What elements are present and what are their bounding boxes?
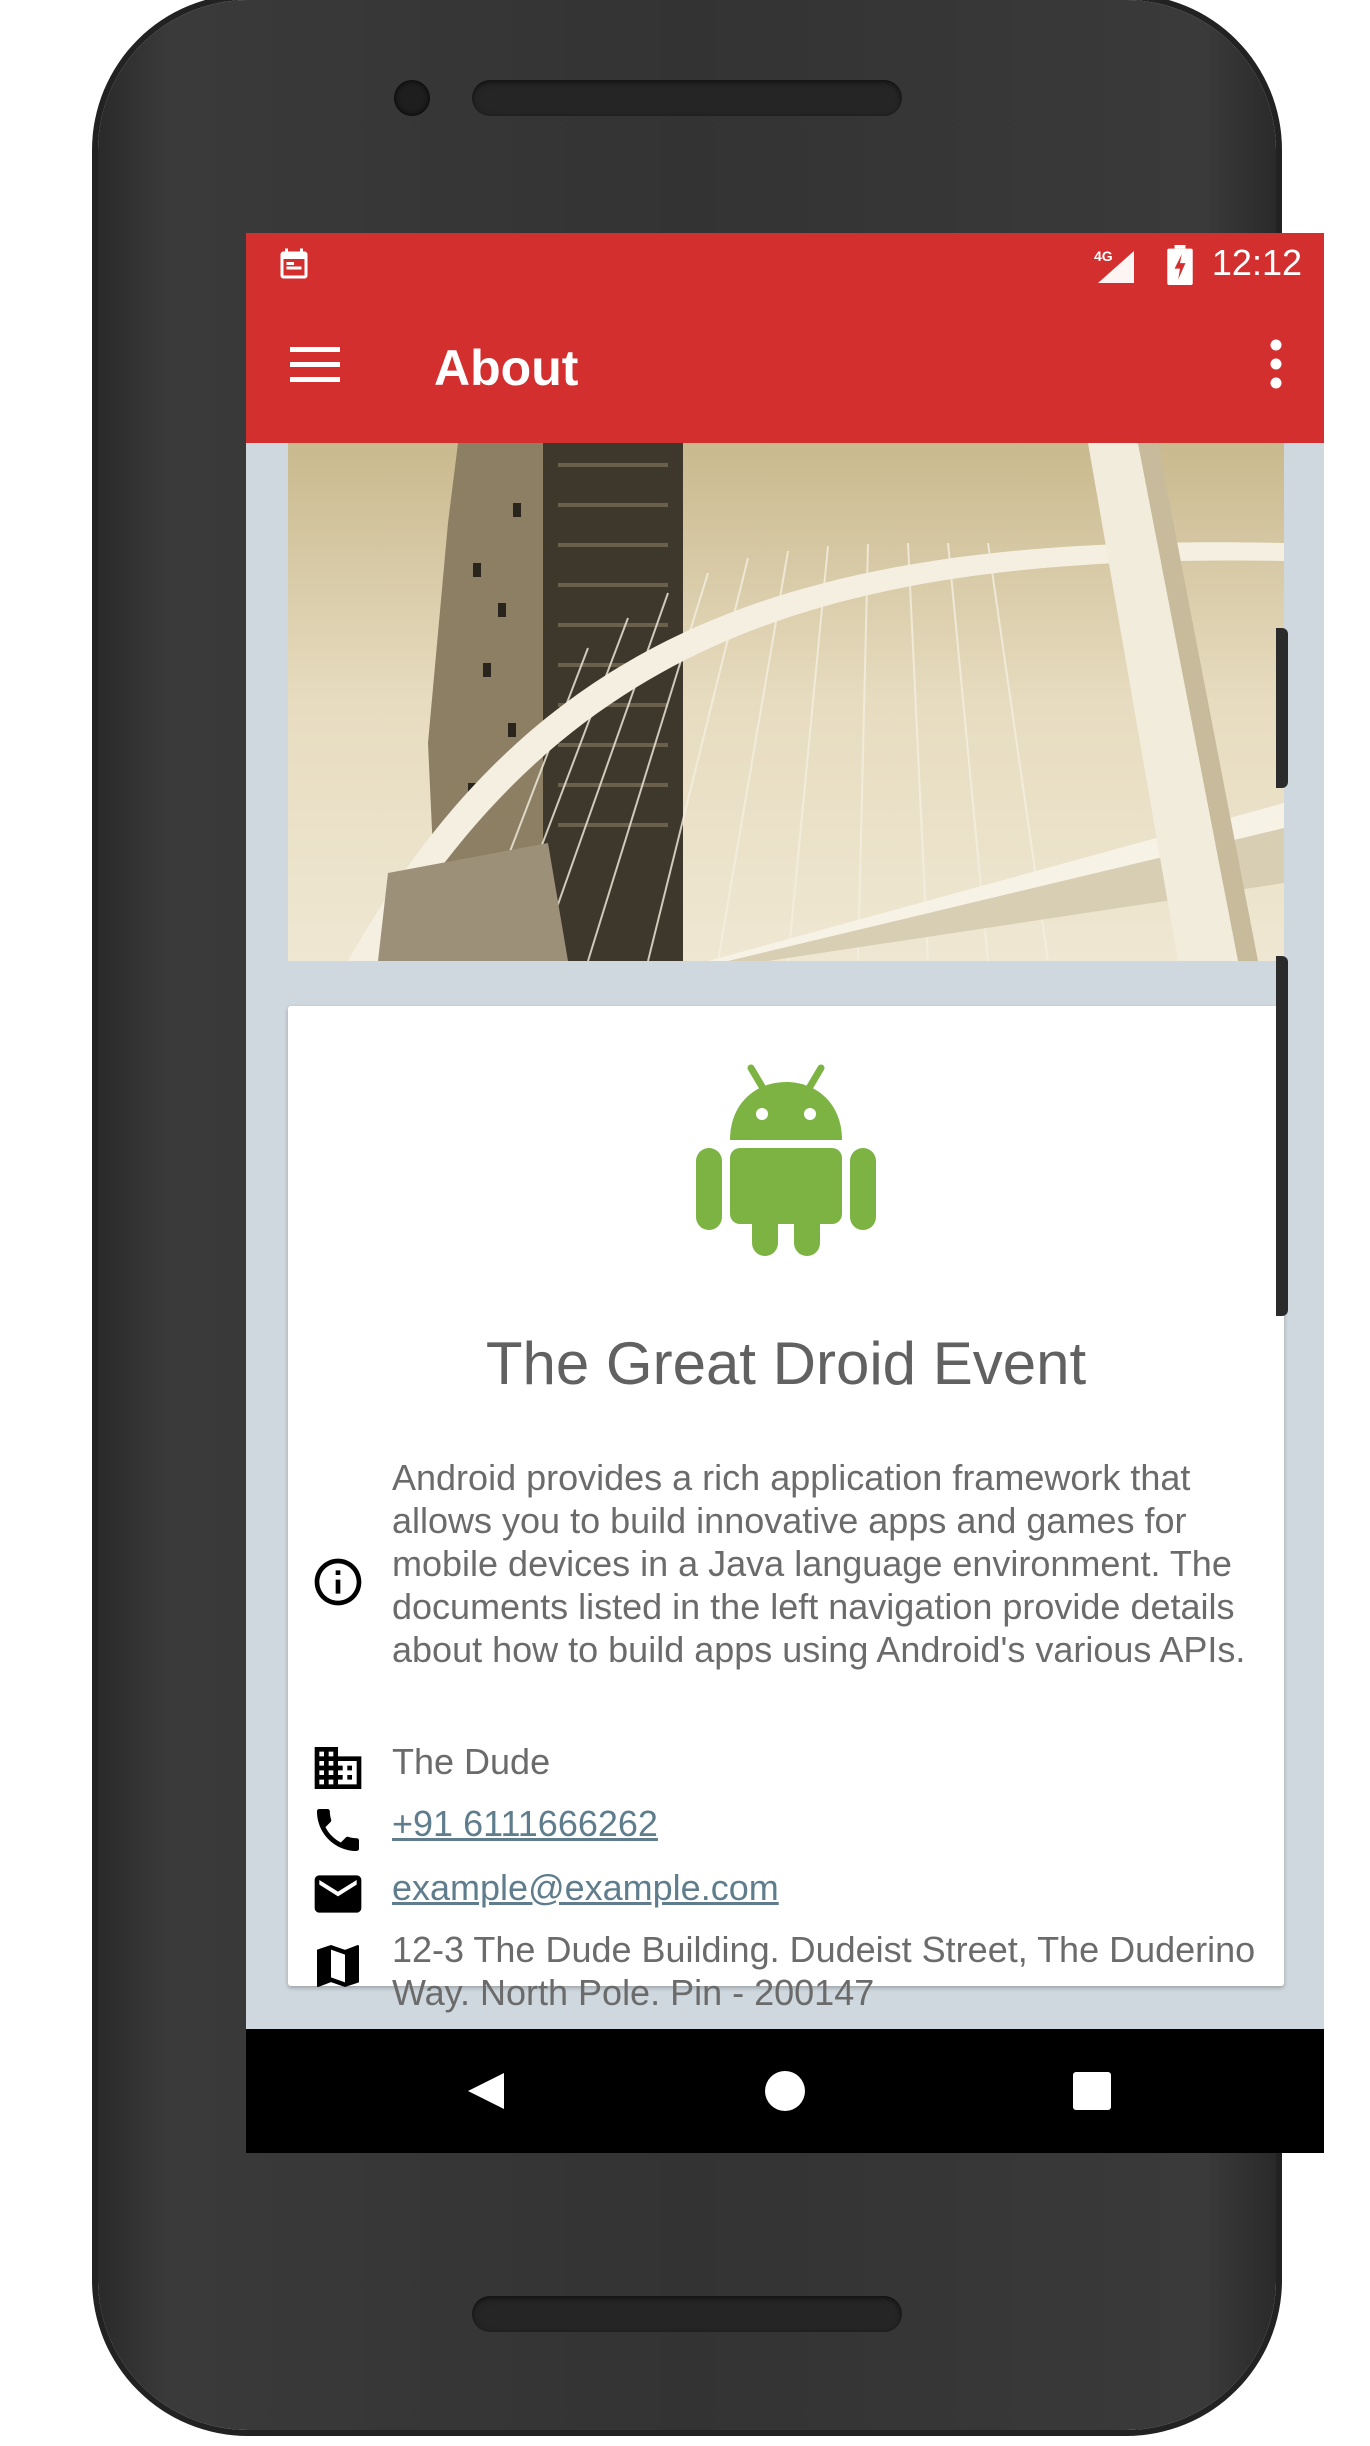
- header-image: [288, 443, 1284, 961]
- info-icon: [310, 1554, 366, 1614]
- recents-icon[interactable]: [1070, 2069, 1114, 2117]
- map-icon: [310, 1938, 366, 1998]
- home-icon[interactable]: [763, 2069, 807, 2117]
- status-time: 12:12: [1211, 242, 1302, 283]
- page-title: About: [434, 340, 579, 396]
- calendar-icon: [276, 247, 312, 287]
- address-row: 12-3 The Dude Building. Dudeist Street, …: [288, 1924, 1284, 2020]
- power-button: [1276, 628, 1288, 788]
- description-row: Android provides a rich application fram…: [288, 1454, 1284, 1704]
- business-icon: [310, 1740, 366, 1800]
- email-link[interactable]: example@example.com: [392, 1866, 1272, 1909]
- event-description: Android provides a rich application fram…: [392, 1457, 1246, 1670]
- more-vert-icon[interactable]: [1268, 339, 1284, 393]
- top-speaker: [472, 80, 902, 116]
- phone-frame: 4G 12:12 About The Great Droid Event And…: [98, 0, 1324, 2430]
- email-row[interactable]: example@example.com: [288, 1862, 1284, 1920]
- organizer-row: The Dude: [288, 1736, 1284, 1794]
- email-icon: [310, 1866, 366, 1926]
- event-address: 12-3 The Dude Building. Dudeist Street, …: [392, 1929, 1256, 2013]
- phone-link[interactable]: +91 6111666262: [392, 1802, 1272, 1845]
- signal-icon: 4G: [1094, 247, 1154, 289]
- screen: 4G 12:12 About The Great Droid Event And…: [246, 233, 1324, 2153]
- app-bar: About: [246, 295, 1324, 443]
- bottom-speaker: [472, 2296, 902, 2332]
- event-card: The Great Droid Event Android provides a…: [288, 1006, 1284, 2013]
- phone-icon: [310, 1802, 366, 1862]
- menu-icon[interactable]: [290, 345, 344, 389]
- back-icon[interactable]: [464, 2069, 508, 2117]
- event-title: The Great Droid Event: [485, 1330, 1087, 1397]
- status-bar: 4G 12:12: [246, 233, 1324, 295]
- front-camera: [394, 80, 430, 116]
- battery-icon: [1166, 245, 1194, 289]
- volume-button: [1276, 956, 1288, 1316]
- android-icon: [696, 1058, 876, 1262]
- network-label: 4G: [1094, 248, 1113, 264]
- phone-row[interactable]: +91 6111666262: [288, 1798, 1284, 1856]
- organizer-name: The Dude: [392, 1741, 551, 1782]
- navigation-bar: [246, 2029, 1324, 2153]
